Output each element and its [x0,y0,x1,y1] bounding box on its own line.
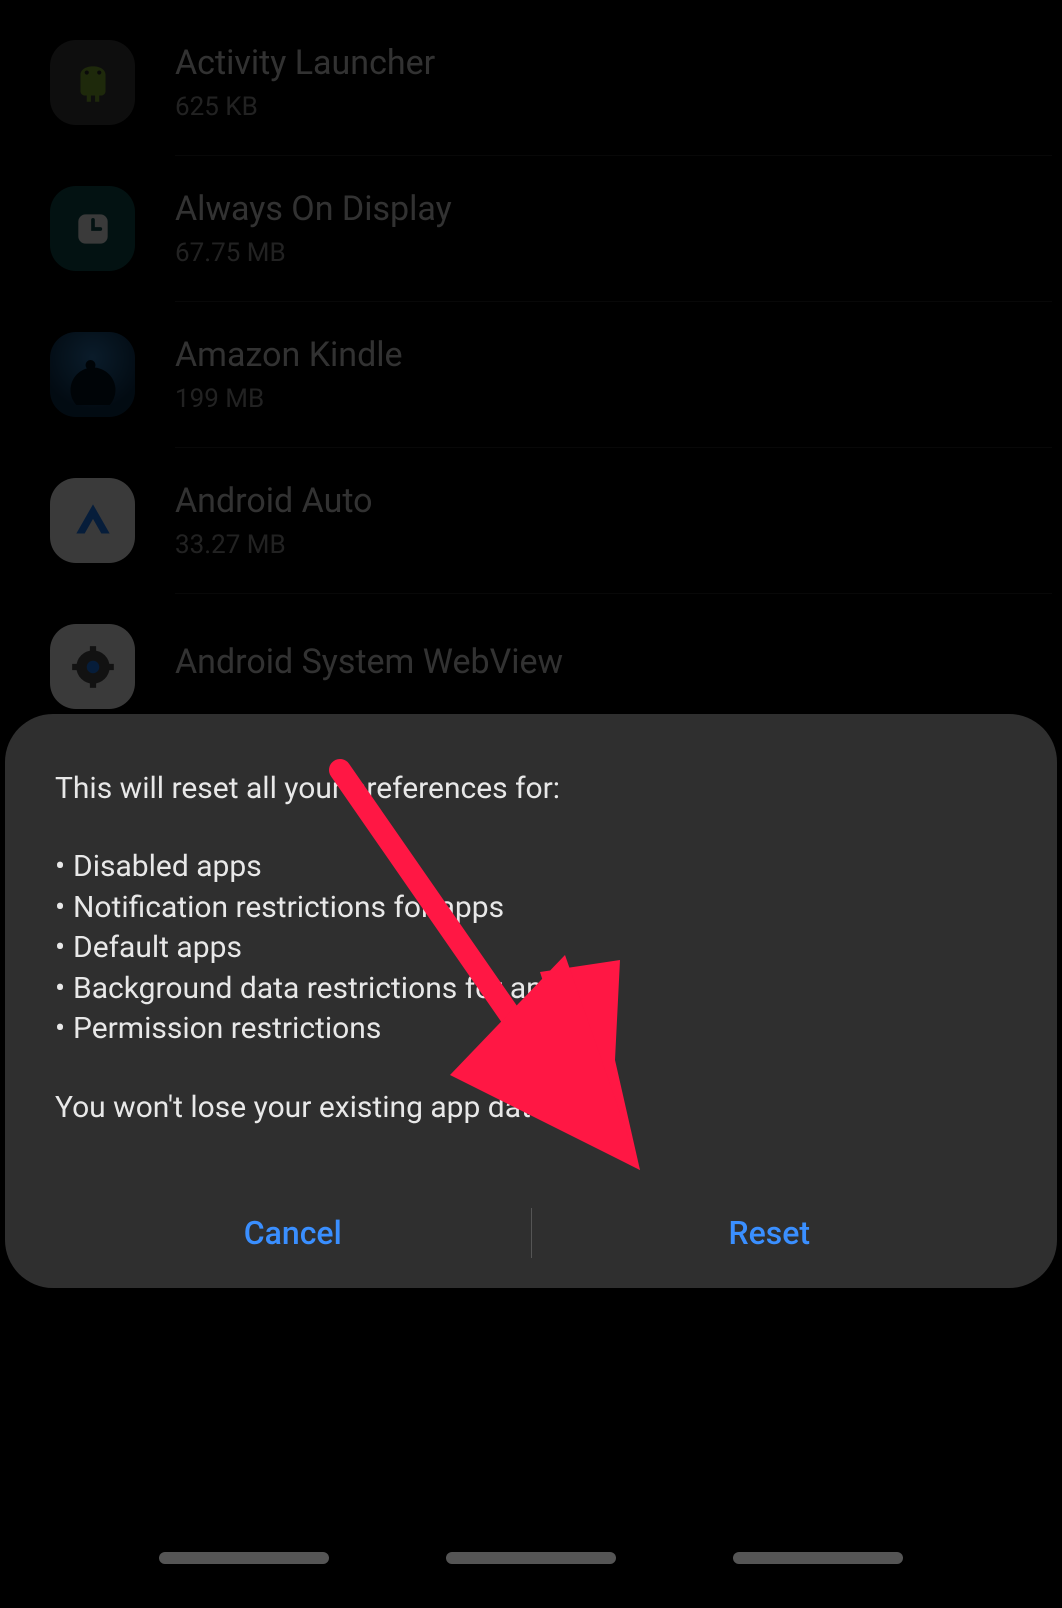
dialog-button-row: Cancel Reset [55,1178,1007,1288]
dialog-list-text: Background data restrictions for apps [73,969,575,1010]
dialog-list: • Disabled apps • Notification restricti… [55,847,1007,1050]
dialog-list-text: Default apps [73,928,242,969]
reset-button[interactable]: Reset [532,1178,1008,1288]
dialog-list-item: • Background data restrictions for apps [55,969,1007,1010]
dialog-list-text: Notification restrictions for apps [73,888,504,929]
dialog-list-item: • Disabled apps [55,847,1007,888]
dialog-list-item: • Notification restrictions for apps [55,888,1007,929]
dialog-footer-text: You won't lose your existing app data. [55,1088,1007,1129]
navigation-bar [0,1518,1062,1608]
dialog-list-item: • Default apps [55,928,1007,969]
dialog-intro: This will reset all your preferences for… [55,769,1007,810]
reset-preferences-dialog: This will reset all your preferences for… [5,714,1057,1289]
nav-recents[interactable] [159,1552,329,1564]
dialog-list-item: • Permission restrictions [55,1009,1007,1050]
dialog-list-text: Disabled apps [73,847,262,888]
nav-back[interactable] [733,1552,903,1564]
dialog-list-text: Permission restrictions [73,1009,381,1050]
nav-home[interactable] [446,1552,616,1564]
cancel-button[interactable]: Cancel [55,1178,531,1288]
